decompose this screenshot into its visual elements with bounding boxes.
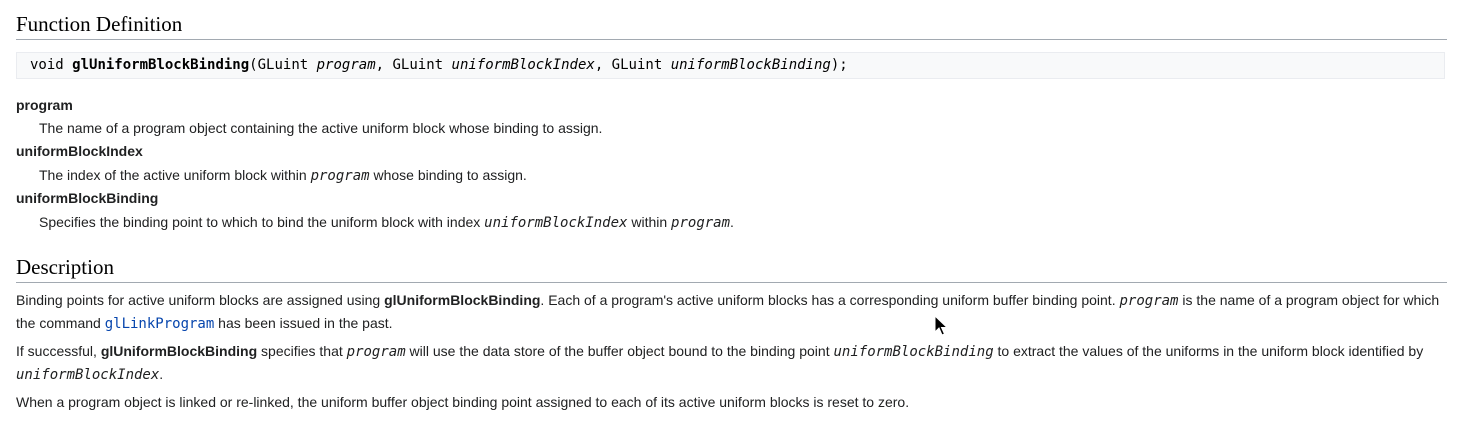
param1-type: GLuint (257, 57, 309, 73)
open-paren: ( (249, 57, 258, 73)
para-text: Binding points for active uniform blocks… (16, 292, 385, 308)
desc-text: Specifies the binding point to which to … (39, 214, 485, 230)
description-paragraph-2: If successful, glUniformBlockBinding spe… (16, 340, 1446, 386)
code-uniformblockindex: uniformBlockIndex (484, 215, 628, 231)
desc-text: whose binding to assign. (369, 167, 527, 183)
separator: , (375, 57, 393, 73)
para-text: If successful, (16, 343, 101, 359)
para-text: to extract the values of the uniforms in… (993, 343, 1424, 359)
param-desc-uniformblockbinding: Specifies the binding point to which to … (39, 212, 734, 233)
code-program: program (346, 344, 406, 360)
param-desc-program: The name of a program object containing … (39, 120, 603, 136)
code-uniformblockbinding: uniformBlockBinding (833, 344, 994, 360)
para-text: . (159, 366, 164, 382)
description-paragraph-1: Binding points for active uniform blocks… (16, 289, 1446, 335)
gllinkprogram-link[interactable]: glLinkProgram (105, 316, 215, 332)
param-term-program: program (16, 97, 73, 113)
function-name: glUniformBlockBinding (72, 57, 250, 73)
code-program: program (310, 168, 370, 184)
description-paragraph-3: When a program object is linked or re-li… (16, 394, 910, 410)
function-name-ref: glUniformBlockBinding (384, 292, 541, 308)
desc-text: The index of the active uniform block wi… (39, 167, 311, 183)
doc-page: Function Definition void glUniformBlockB… (0, 0, 1460, 423)
function-name-ref: glUniformBlockBinding (100, 343, 258, 359)
function-signature: void glUniformBlockBinding(GLuint progra… (16, 52, 1445, 79)
return-type: void (30, 57, 64, 73)
para-text: specifies that (257, 343, 347, 359)
close-paren: ); (830, 57, 848, 73)
description-heading: Description (16, 254, 1447, 283)
code-uniformblockindex: uniformBlockIndex (16, 367, 160, 383)
para-text: has been issued in the past. (214, 315, 393, 331)
code-program: program (1119, 293, 1179, 309)
param-term-uniformblockindex: uniformBlockIndex (16, 143, 143, 159)
mouse-pointer-icon (934, 315, 948, 336)
param2-type: GLuint (392, 57, 444, 73)
code-program: program (671, 215, 731, 231)
param3-name: uniformBlockBinding (670, 57, 831, 73)
separator: , (594, 57, 612, 73)
param2-name: uniformBlockIndex (451, 57, 595, 73)
param1-name: program (316, 57, 376, 73)
para-text: will use the data store of the buffer ob… (405, 343, 834, 359)
param3-type: GLuint (611, 57, 663, 73)
param-term-uniformblockbinding: uniformBlockBinding (16, 190, 159, 206)
desc-text: . (730, 214, 734, 230)
param-desc-uniformblockindex: The index of the active uniform block wi… (39, 165, 527, 186)
function-definition-heading: Function Definition (16, 11, 1447, 40)
desc-text: within (627, 214, 672, 230)
para-text: . Each of a program's active uniform blo… (540, 292, 1120, 308)
